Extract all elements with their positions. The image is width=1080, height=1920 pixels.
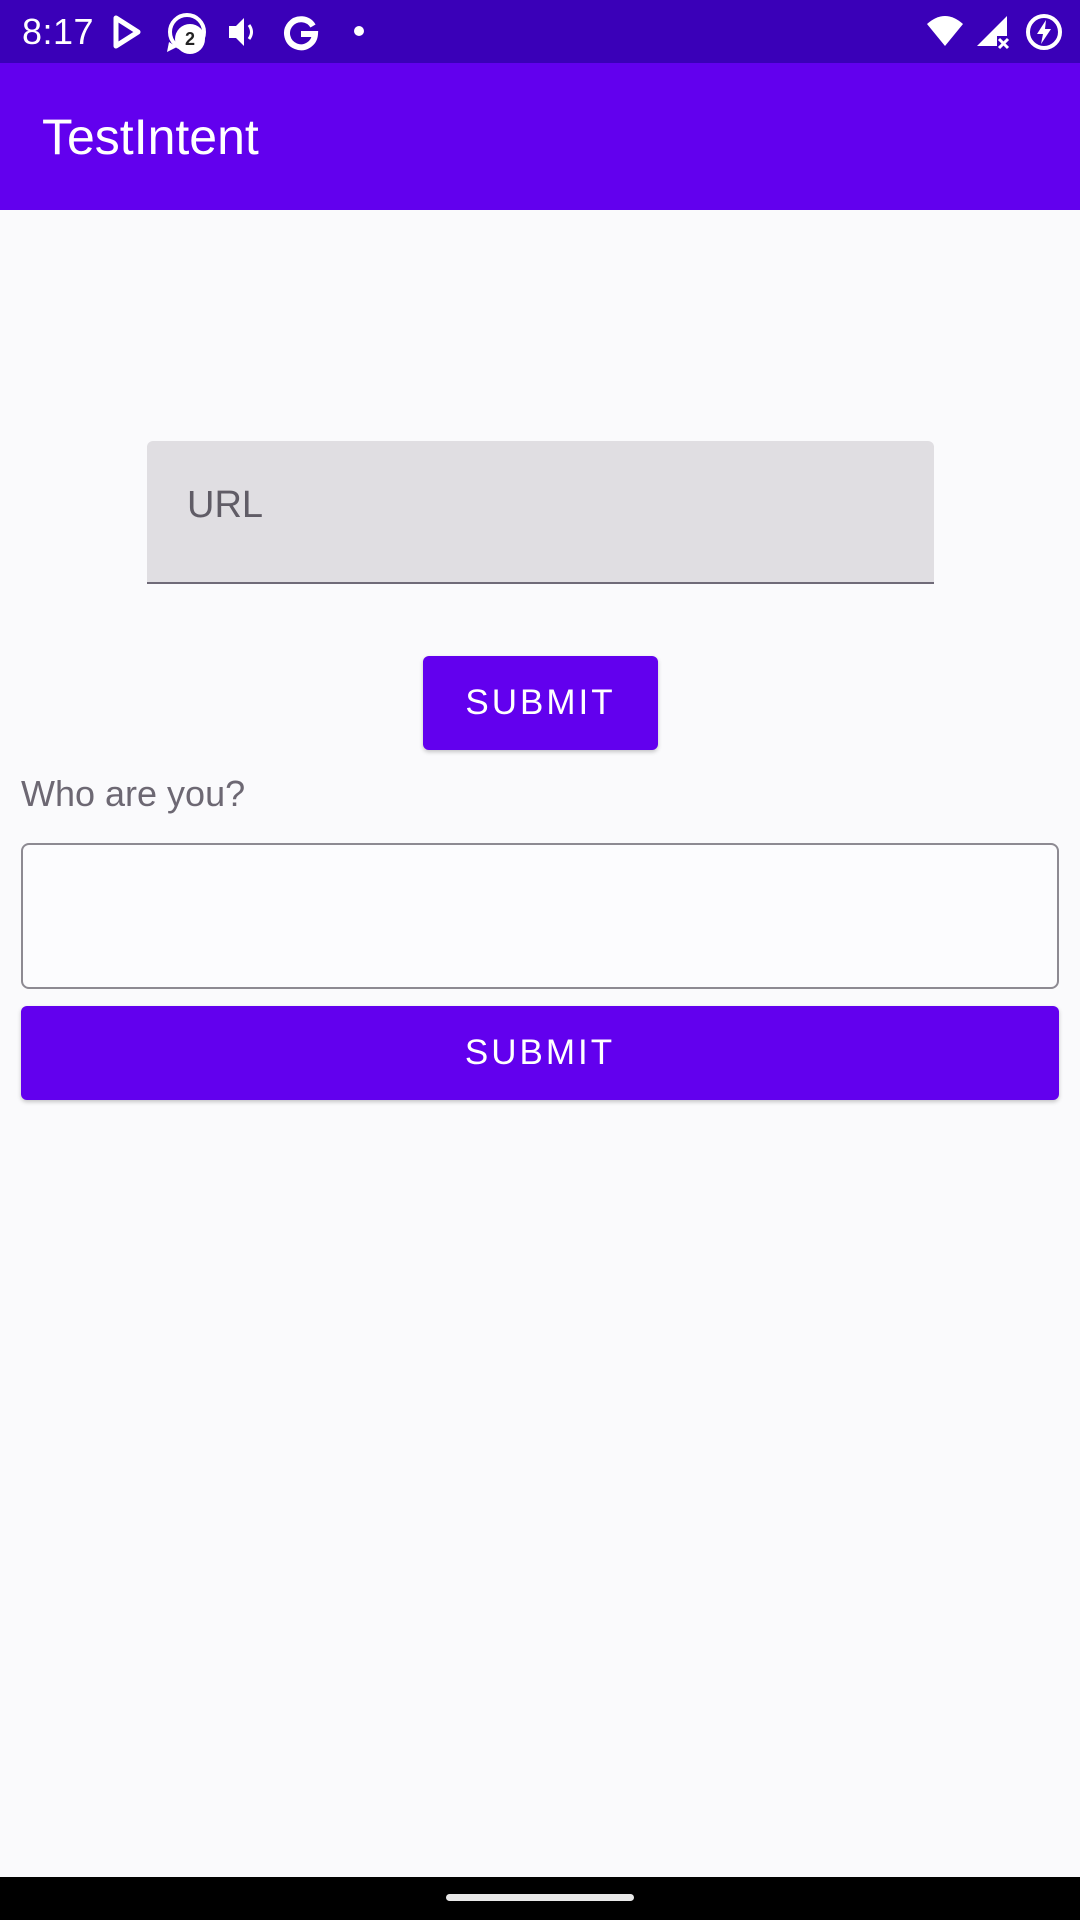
url-input[interactable]: [187, 477, 887, 533]
identity-input[interactable]: [53, 885, 1023, 945]
app-screen: 8:17 2 TestIntent URL SUBMIT Who are you…: [0, 0, 1080, 1920]
home-gesture-handle[interactable]: [446, 1894, 634, 1901]
status-bar: 8:17 2: [0, 0, 1080, 63]
url-text-field[interactable]: [147, 441, 934, 584]
battery-charging-icon: [1024, 12, 1064, 52]
wifi-icon: [925, 12, 965, 52]
signal-no-data-icon: [975, 12, 1011, 52]
url-submit-button[interactable]: SUBMIT: [423, 656, 658, 750]
navigation-bar: [0, 1877, 1080, 1920]
chat-bubble-icon: 2: [163, 12, 213, 54]
who-are-you-label: Who are you?: [21, 773, 246, 814]
app-bar: TestIntent: [0, 63, 1080, 210]
google-icon: [283, 12, 319, 52]
status-time: 8:17: [22, 11, 95, 52]
dot-icon: [352, 12, 366, 52]
play-store-icon: [110, 12, 144, 52]
notification-count-badge: 2: [175, 24, 205, 54]
identity-text-field[interactable]: [21, 843, 1059, 989]
identity-submit-button[interactable]: SUBMIT: [21, 1006, 1059, 1100]
volume-icon: [226, 12, 260, 52]
app-title: TestIntent: [42, 109, 259, 165]
